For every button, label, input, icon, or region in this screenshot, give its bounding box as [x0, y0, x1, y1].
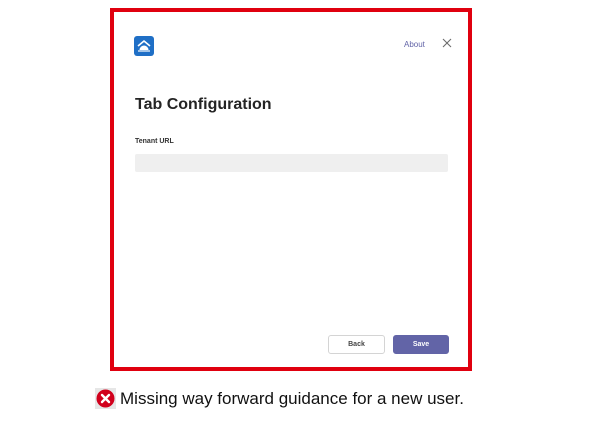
- close-icon[interactable]: [441, 36, 453, 48]
- tenant-url-label: Tenant URL: [135, 138, 174, 145]
- tab-configuration-dialog: About Tab Configuration Tenant URL Back …: [121, 18, 461, 361]
- app-logo-icon: [134, 36, 154, 56]
- dialog-title: Tab Configuration: [135, 96, 272, 113]
- caption: Missing way forward guidance for a new u…: [95, 388, 464, 409]
- save-button[interactable]: Save: [393, 335, 449, 354]
- back-button[interactable]: Back: [328, 335, 385, 354]
- about-link[interactable]: About: [404, 40, 425, 49]
- caption-text: Missing way forward guidance for a new u…: [120, 388, 464, 408]
- highlight-frame: About Tab Configuration Tenant URL Back …: [110, 8, 472, 371]
- tenant-url-input[interactable]: [135, 154, 448, 172]
- error-icon: [95, 388, 116, 409]
